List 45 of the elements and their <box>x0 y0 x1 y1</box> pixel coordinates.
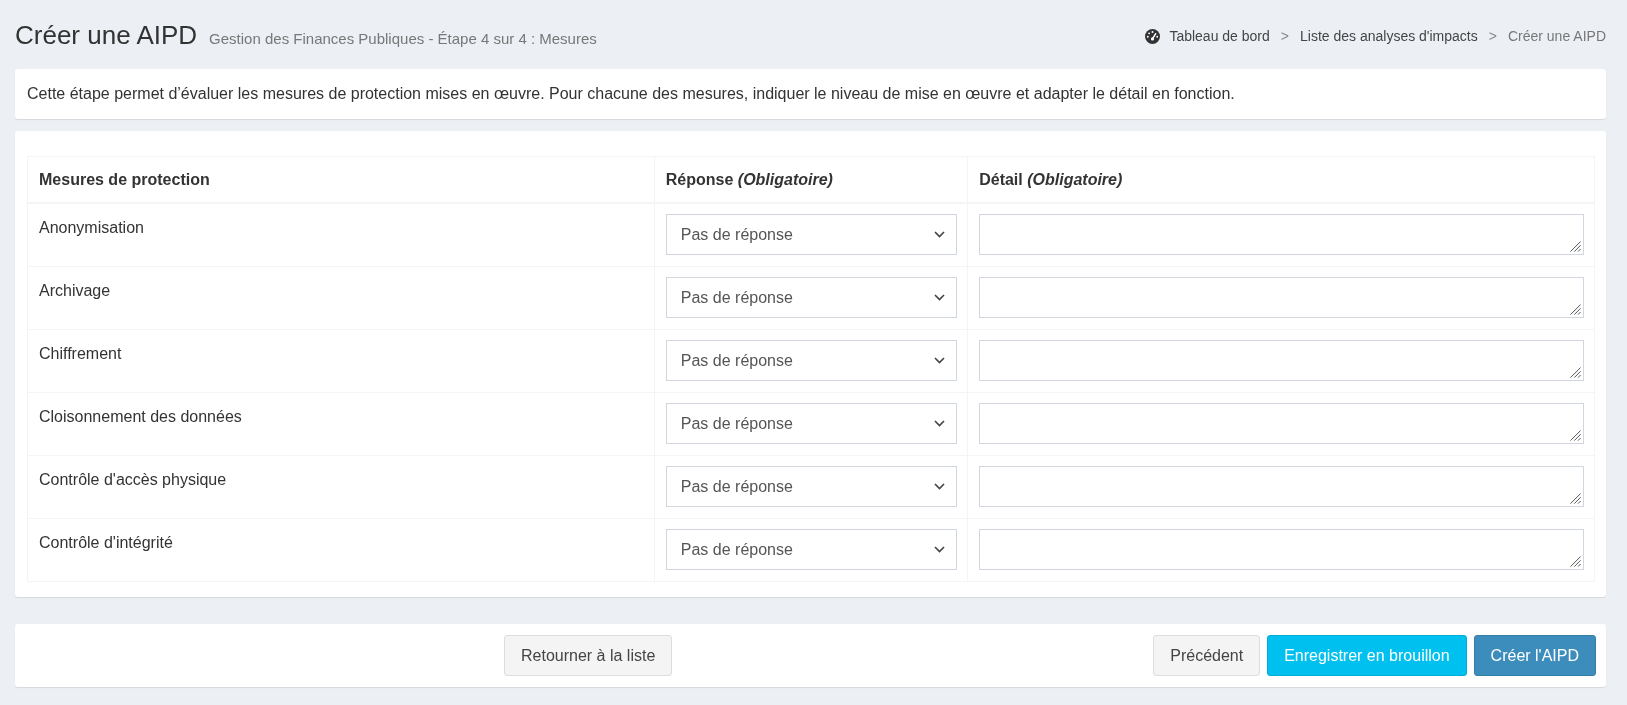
response-select[interactable]: Pas de réponse <box>665 403 958 444</box>
resize-grip-icon <box>1570 304 1581 315</box>
chevron-down-icon <box>934 357 946 364</box>
resize-grip-icon <box>1570 556 1581 567</box>
response-select[interactable]: Pas de réponse <box>665 529 958 570</box>
measure-name: Cloisonnement des données <box>39 407 242 427</box>
breadcrumb-link[interactable]: Tableau de bord <box>1145 27 1270 45</box>
measure-name: Chiffrement <box>39 344 122 364</box>
detail-field[interactable] <box>979 529 1584 570</box>
breadcrumb-separator: > <box>1279 27 1290 45</box>
detail-field[interactable] <box>979 340 1584 381</box>
chevron-down-icon <box>934 231 946 238</box>
measure-name: Contrôle d'intégrité <box>39 533 173 553</box>
page-subtitle: Gestion des Finances Publiques - Étape 4 sur 4 : Mesures <box>209 30 597 47</box>
resize-grip-icon <box>1570 367 1581 378</box>
column-header: Détail (Obligatoire) <box>967 156 1595 203</box>
response-select[interactable]: Pas de réponse <box>665 340 958 381</box>
info-text: Cette étape permet d’évaluer les mesures de protection mises en œuvre. Pour chacune des mesures, indiquer le niveau de mise en œuvre et adapter le détail en fonction. <box>27 85 1235 102</box>
create-button[interactable]: Créer l'AIPD <box>1473 635 1596 676</box>
response-select[interactable]: Pas de réponse <box>665 466 958 507</box>
back-to-list-button[interactable]: Retourner à la liste <box>504 635 673 676</box>
chevron-down-icon <box>934 420 946 427</box>
column-header: Mesures de protection <box>27 156 655 203</box>
chevron-down-icon <box>934 483 946 490</box>
detail-field[interactable] <box>979 214 1584 255</box>
column-header: Réponse (Obligatoire) <box>654 156 968 203</box>
response-select[interactable]: Pas de réponse <box>665 277 958 318</box>
detail-field[interactable] <box>979 403 1584 444</box>
detail-field[interactable] <box>979 277 1584 318</box>
breadcrumb-current: Créer une AIPD <box>1507 27 1606 45</box>
resize-grip-icon <box>1570 493 1581 504</box>
previous-button[interactable]: Précédent <box>1153 635 1261 676</box>
response-select[interactable]: Pas de réponse <box>665 214 958 255</box>
detail-field[interactable] <box>979 466 1584 507</box>
resize-grip-icon <box>1570 430 1581 441</box>
breadcrumb-link[interactable]: Liste des analyses d'impacts <box>1300 27 1478 45</box>
gauge-icon <box>1145 28 1161 44</box>
measure-name: Contrôle d'accès physique <box>39 470 227 490</box>
breadcrumb-separator: > <box>1487 27 1498 45</box>
chevron-down-icon <box>934 546 946 553</box>
page-title: Créer une AIPD <box>15 21 198 50</box>
measure-name: Archivage <box>39 281 111 301</box>
chevron-down-icon <box>934 294 946 301</box>
resize-grip-icon <box>1570 241 1581 252</box>
measure-name: Anonymisation <box>39 218 144 238</box>
